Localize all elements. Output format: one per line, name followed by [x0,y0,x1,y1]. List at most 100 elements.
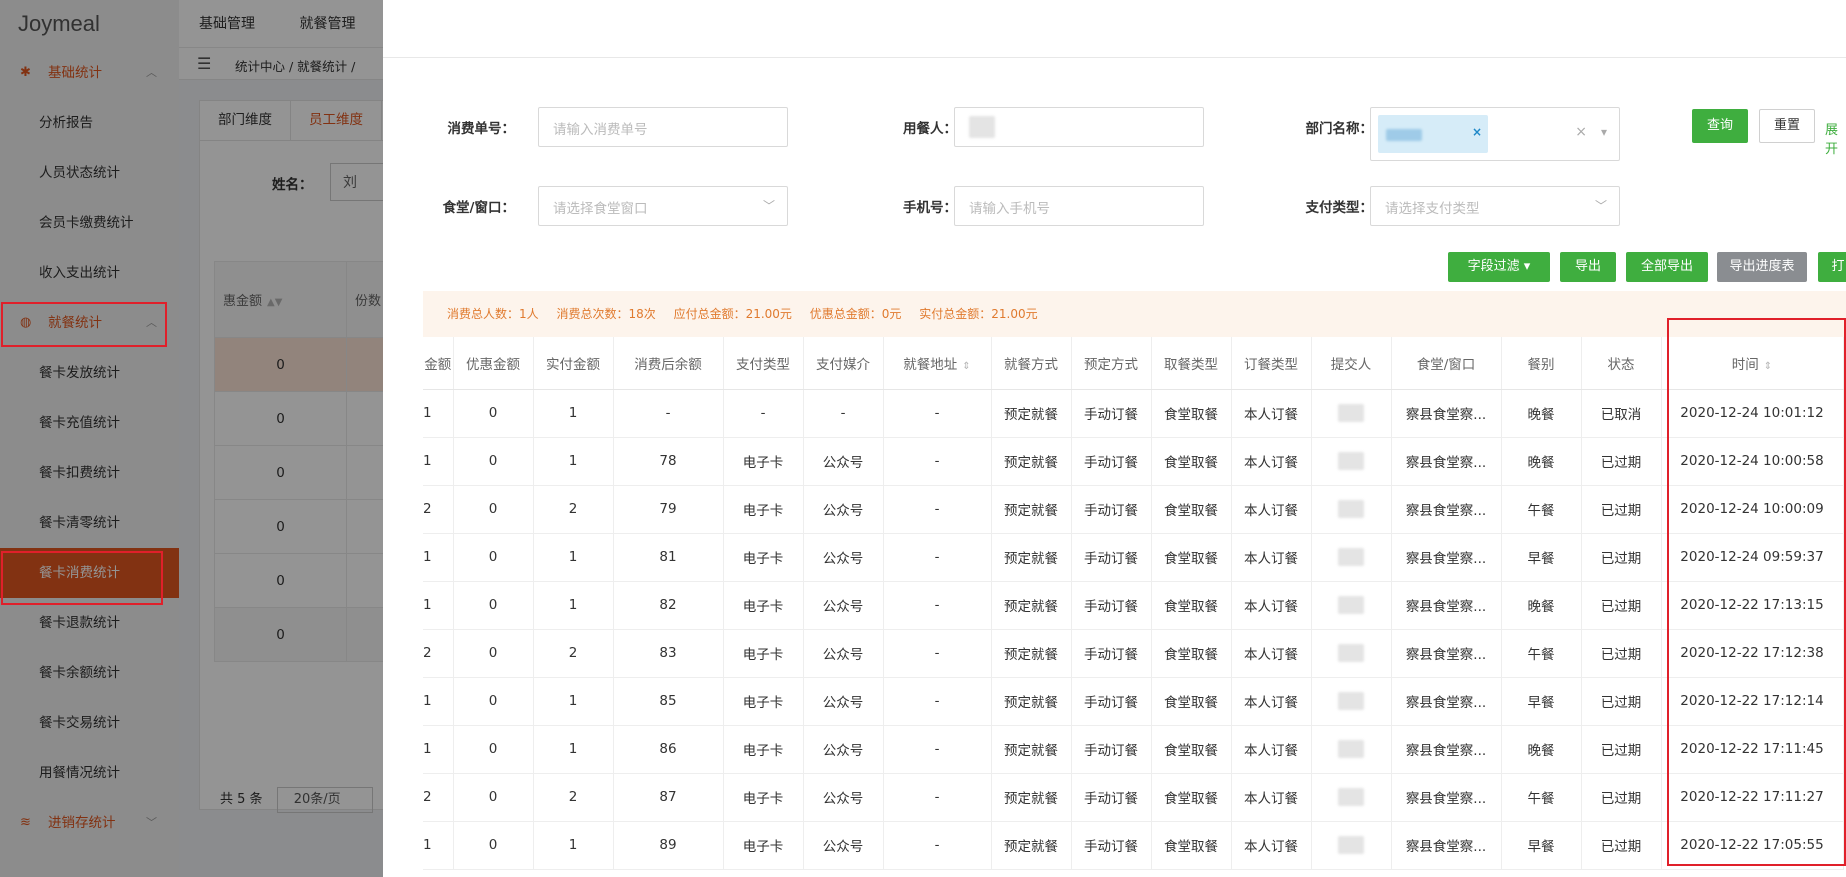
table-row[interactable]: 2 0 2 83 电子卡 公众号 - 预定就餐 手动订餐 食堂取餐 本人订餐 察县食堂察... 午餐 已过… [423,629,1844,678]
table-cell: 0 [453,389,534,438]
table-cell: 已过期 [1581,677,1662,726]
redacted-submitter [1338,836,1364,854]
table-cell: 食堂取餐 [1151,821,1232,870]
order-no-input[interactable]: 请输入消费单号 [538,107,788,147]
redacted-submitter [1338,644,1364,662]
sort-icon[interactable]: ⇕ [962,361,970,372]
table-cell: 手动订餐 [1071,821,1152,870]
table-row[interactable]: 2 0 2 87 电子卡 公众号 - 预定就餐 手动订餐 食堂取餐 本人订餐 察县食堂察... 午餐 已过… [423,773,1844,822]
table-cell: 手动订餐 [1071,725,1152,774]
table-cell: 1 [423,581,454,630]
export-button[interactable]: 导出 [1560,252,1616,282]
table-cell: 晚餐 [1501,389,1582,438]
column-header-label: 就餐方式 [1004,356,1058,373]
table-cell: - [883,677,992,726]
table-row[interactable]: 1 0 1 82 电子卡 公众号 - 预定就餐 手动订餐 食堂取餐 本人订餐 察县食堂察... 晚餐 已过… [423,581,1844,630]
export-progress-button[interactable]: 导出进度表 [1717,252,1807,282]
table-cell: 0 [453,629,534,678]
column-header-label: 预定方式 [1084,356,1138,373]
field-filter-label: 字段过滤 [1467,259,1520,274]
export-all-button[interactable]: 全部导出 [1626,252,1708,282]
column-header[interactable]: 金额 [423,337,454,390]
table-row[interactable]: 1 0 1- - - - 预定就餐 手动订餐 食堂取餐 本人订餐 察县食堂察... 晚餐 已取消 2020… [423,389,1844,438]
column-header[interactable]: 时间 ⇕ [1661,337,1844,390]
table-row[interactable]: 1 0 1 89 电子卡 公众号 - 预定就餐 手动订餐 食堂取餐 本人订餐 察县食堂察... 早餐 已过… [423,821,1844,870]
table-cell: 食堂取餐 [1151,533,1232,582]
pay-type-select[interactable]: 请选择支付类型 ﹀ [1370,186,1620,226]
query-button[interactable]: 查询 [1692,109,1748,143]
table-cell: 手动订餐 [1071,533,1152,582]
summary-bar: 消费总人数：1人 消费总次数：18次 应付总金额：21.00元 优惠总金额：0元… [423,291,1846,337]
column-header: 状态 [1581,337,1662,390]
table-cell: 2020-12-24 09:59:37 [1661,533,1844,582]
table-cell: 0 [453,437,534,486]
print-button[interactable]: 打 [1818,252,1846,282]
diner-input[interactable] [954,107,1204,147]
table-cell: 电子卡 [723,485,804,534]
table-cell: 公众号 [803,773,884,822]
redacted-submitter [1338,692,1364,710]
table-cell: 0 [453,725,534,774]
field-filter-button[interactable]: 字段过滤 ▾ [1448,252,1550,282]
table-cell: 早餐 [1501,677,1582,726]
reset-button[interactable]: 重置 [1759,109,1815,143]
table-row[interactable]: 1 0 1 86 电子卡 公众号 - 预定就餐 手动订餐 食堂取餐 本人订餐 察县食堂察... 晚餐 已过… [423,725,1844,774]
canteen-select[interactable]: 请选择食堂窗口 ﹀ [538,186,788,226]
chevron-down-icon[interactable]: ▾ [1601,125,1607,139]
tag-close-icon[interactable]: × [1472,125,1482,139]
table-cell: 1 [533,533,614,582]
table-cell: 本人订餐 [1231,629,1312,678]
column-header-label: 状态 [1607,356,1635,373]
table-cell: 0 [453,533,534,582]
table-cell: 午餐 [1501,485,1582,534]
table-cell: 公众号 [803,581,884,630]
table-cell: 2020-12-24 10:00:09 [1661,485,1844,534]
table-cell: - [883,437,992,486]
table-cell: - [803,389,884,438]
column-header: 订餐类型 [1231,337,1312,390]
chevron-down-icon: ▾ [1519,259,1531,274]
column-header[interactable]: 就餐地址 ⇕ [883,337,992,390]
modal-mask[interactable] [0,0,383,877]
table-cell: 察县食堂察... [1391,821,1502,870]
table-cell: - [883,485,992,534]
department-select[interactable]: × × ▾ [1370,107,1620,161]
table-cell: 食堂取餐 [1151,389,1232,438]
column-header: 实付金额 [533,337,614,390]
chevron-down-icon: ﹀ [1594,199,1607,213]
phone-label: 手机号： [903,200,957,216]
table-cell: 早餐 [1501,821,1582,870]
summary-discount: 优惠总金额：0元 [809,307,902,321]
table-cell: 预定就餐 [991,821,1072,870]
table-cell: 手动订餐 [1071,773,1152,822]
column-header-label: 食堂/窗口 [1416,356,1476,373]
phone-input[interactable]: 请输入手机号 [954,186,1204,226]
table-cell: 早餐 [1501,533,1582,582]
table-cell: 已过期 [1581,485,1662,534]
column-header-label: 消费后余额 [634,356,702,373]
table-row[interactable]: 1 0 1 81 电子卡 公众号 - 预定就餐 手动订餐 食堂取餐 本人订餐 察县食堂察... 早餐 已过… [423,533,1844,582]
redacted-submitter [1338,548,1364,566]
table-cell: 0 [453,677,534,726]
expand-link[interactable]: 展开 [1825,119,1846,157]
table-cell: - [883,773,992,822]
table-cell: 1 [423,821,454,870]
table-row[interactable]: 2 0 2 79 电子卡 公众号 - 预定就餐 手动订餐 食堂取餐 本人订餐 察县食堂察... 午餐 已过… [423,485,1844,534]
table-cell: 2020-12-22 17:13:15 [1661,581,1844,630]
table-cell: 89 [613,821,724,870]
department-label: 部门名称： [1305,121,1374,137]
table-cell: 1 [533,389,614,438]
table-cell: 本人订餐 [1231,821,1312,870]
table-cell: 已过期 [1581,821,1662,870]
table-cell: 电子卡 [723,725,804,774]
sort-icon[interactable]: ⇕ [1764,361,1772,372]
table-cell: 2020-12-24 10:01:12 [1661,389,1844,438]
table-cell: 0 [453,581,534,630]
clear-icon[interactable]: × [1575,124,1587,140]
table-cell: 电子卡 [723,581,804,630]
table-cell: 手动订餐 [1071,485,1152,534]
table-cell: 78 [613,437,724,486]
table-row[interactable]: 1 0 1 85 电子卡 公众号 - 预定就餐 手动订餐 食堂取餐 本人订餐 察县食堂察... 早餐 已过… [423,677,1844,726]
table-row[interactable]: 1 0 1 78 电子卡 公众号 - 预定就餐 手动订餐 食堂取餐 本人订餐 察县食堂察... 晚餐 已过… [423,437,1844,486]
redacted-submitter [1338,404,1364,422]
